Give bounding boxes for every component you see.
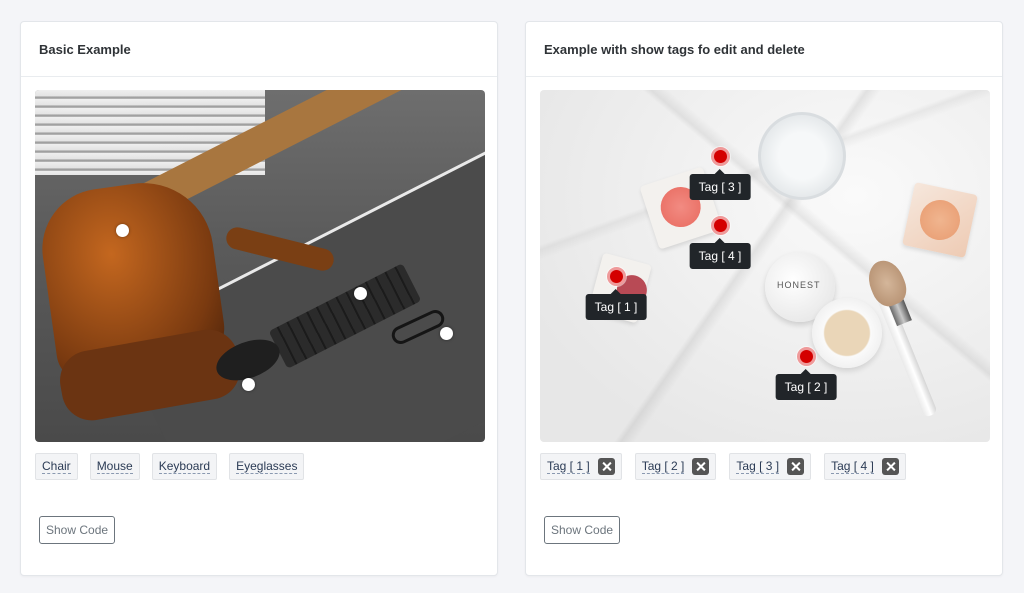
tag-chip-eyeglasses[interactable]: Eyeglasses	[229, 453, 305, 480]
tag-chip-chair[interactable]: Chair	[35, 453, 78, 480]
show-code-button[interactable]: Show Code	[544, 516, 621, 544]
water-glass	[758, 112, 846, 200]
close-icon[interactable]	[881, 458, 899, 475]
tag-tooltip: Tag [ 4 ]	[689, 238, 751, 269]
hotspot-mouse[interactable]	[242, 378, 255, 391]
tag-label: Keyboard	[158, 459, 211, 474]
tag-list: Tag [ 1 ] Tag [ 2 ] Tag [ 3 ] Tag [ 4 ]	[540, 453, 919, 480]
tag-pin-1[interactable]	[607, 267, 626, 286]
tag-label: Mouse	[96, 459, 133, 474]
powder-jar	[812, 298, 882, 368]
tag-label: Chair	[42, 459, 71, 474]
office-desk-image	[35, 90, 485, 442]
bronzer-compact	[902, 182, 978, 258]
tag-chip-2[interactable]: Tag [ 2 ]	[634, 453, 717, 480]
hotspot-eyeglasses[interactable]	[440, 327, 453, 340]
card-title: Example with show tags fo edit and delet…	[526, 22, 1002, 77]
cosmetics-image: HONEST Tag [ 3 ] Tag [ 4 ] Tag [ 1 ] Tag…	[540, 90, 990, 442]
tag-label: Tag [ 4 ]	[831, 459, 874, 474]
tag-pin-2[interactable]	[797, 347, 816, 366]
basic-example-card: Basic Example Chair Mouse Keyboard Eyegl…	[20, 21, 498, 576]
tag-tooltip: Tag [ 3 ]	[689, 169, 751, 200]
tag-label: Tag [ 3 ]	[736, 459, 780, 474]
tag-tooltip: Tag [ 1 ]	[585, 289, 647, 320]
tag-chip-1[interactable]: Tag [ 1 ]	[540, 453, 622, 480]
tag-chip-3[interactable]: Tag [ 3 ]	[729, 453, 812, 480]
show-code-button[interactable]: Show Code	[39, 516, 116, 544]
close-icon[interactable]	[692, 458, 710, 475]
card-title: Basic Example	[21, 22, 497, 77]
hotspot-chair[interactable]	[116, 224, 129, 237]
editable-tags-card: Example with show tags fo edit and delet…	[525, 21, 1003, 576]
tag-tooltip: Tag [ 2 ]	[775, 369, 837, 400]
tag-pin-3[interactable]	[711, 147, 730, 166]
jar-brand-text: HONEST	[777, 280, 821, 290]
tag-pin-4[interactable]	[711, 216, 730, 235]
tag-chip-keyboard[interactable]: Keyboard	[151, 453, 218, 480]
tag-label: Tag [ 1 ]	[547, 459, 590, 474]
hotspot-keyboard[interactable]	[354, 287, 367, 300]
tag-label: Tag [ 2 ]	[641, 459, 685, 474]
tag-chip-4[interactable]: Tag [ 4 ]	[824, 453, 906, 480]
close-icon[interactable]	[787, 458, 805, 475]
tag-list: Chair Mouse Keyboard Eyeglasses	[35, 453, 316, 480]
close-icon[interactable]	[597, 458, 615, 475]
tag-chip-mouse[interactable]: Mouse	[89, 453, 140, 480]
tag-label: Eyeglasses	[236, 459, 298, 474]
